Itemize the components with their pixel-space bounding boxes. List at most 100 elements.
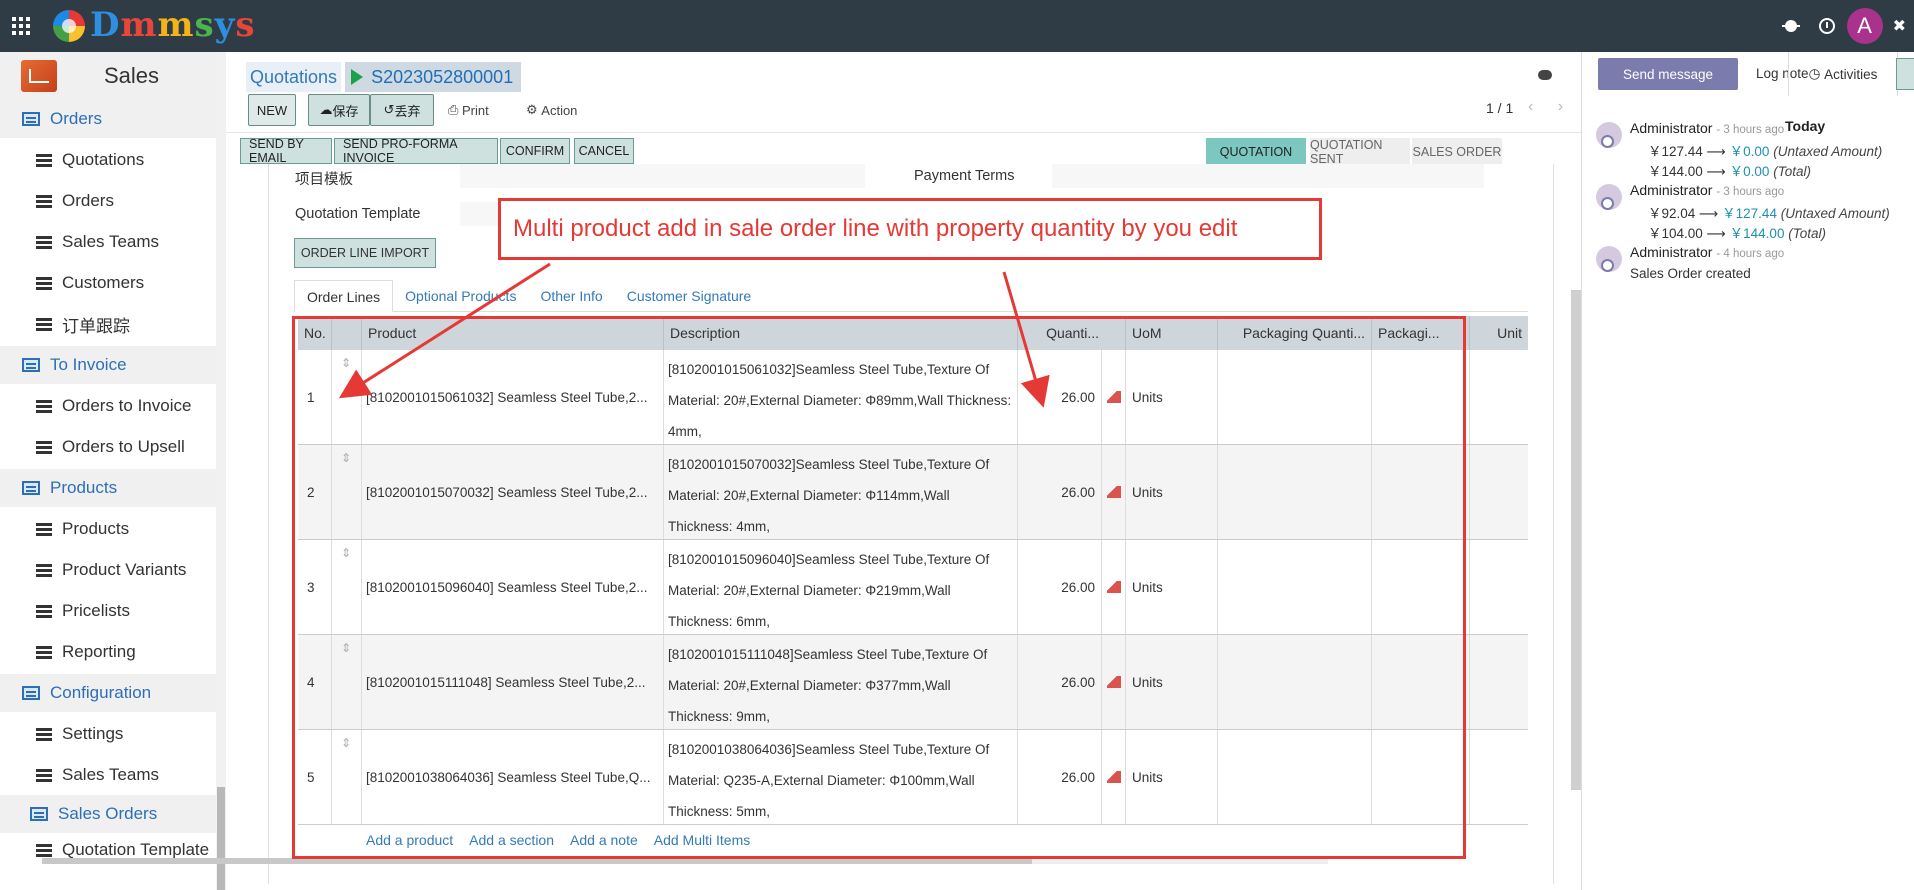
cell-unit-price[interactable] [1470, 540, 1528, 634]
tab-order-lines[interactable]: Order Lines [294, 280, 394, 312]
sales-app-icon [21, 60, 57, 92]
brand-logo-icon[interactable] [53, 10, 85, 42]
cell-unit-price[interactable] [1470, 350, 1528, 444]
field-name: (Total) [1788, 226, 1826, 241]
author-name[interactable]: Administrator [1630, 182, 1712, 198]
confirm-button[interactable]: CONFIRM [500, 138, 570, 164]
order-line-import-button[interactable]: ORDER LINE IMPORT [294, 238, 436, 268]
sidebar-item-label: Sales Teams [62, 232, 160, 251]
chatter-message: Administrator - 3 hours ago ￥92.04 ⟶ ￥127… [1596, 182, 1906, 242]
stage-sales-order[interactable]: SALES ORDER [1412, 138, 1502, 166]
pager-value[interactable]: 1 / 1 [1486, 100, 1513, 116]
tab-optional-products[interactable]: Optional Products [393, 280, 528, 312]
statusbar: SEND BY EMAIL SEND PRO-FORMA INVOICE CON… [226, 132, 1581, 166]
menu-section-icon [22, 112, 40, 126]
sidebar-item-sales-teams[interactable]: Sales Teams [0, 223, 216, 261]
activities-button[interactable]: ◷ Activities [1788, 52, 1898, 96]
new-value: ￥127.44 [1722, 206, 1777, 221]
sidebar-item-reporting[interactable]: Reporting [0, 633, 216, 671]
attachment-paperclip-icon[interactable] [1896, 58, 1914, 90]
long-arrow-right-icon: ⟶ [1695, 206, 1723, 221]
author-avatar[interactable] [1596, 122, 1622, 148]
sidebar-item-settings[interactable]: Settings [0, 715, 216, 753]
gear-icon: ⚙ [526, 102, 542, 117]
new-button[interactable]: NEW [248, 94, 296, 126]
sidebar-scrollbar[interactable] [216, 52, 226, 890]
list-icon [36, 440, 52, 454]
message-author: Administrator - 4 hours ago [1630, 244, 1784, 260]
sidebar-item-label: Sales Teams [62, 765, 160, 784]
list-icon [36, 153, 52, 167]
sidebar-item-label: Quotation Template [62, 840, 210, 859]
activity-clock-icon[interactable] [1818, 18, 1835, 34]
cancel-button[interactable]: CANCEL [574, 138, 634, 164]
sidebar-item-label: 订单跟踪 [62, 316, 130, 336]
sidebar-item-sales-teams[interactable]: Sales Teams [0, 756, 216, 794]
discard-button[interactable]: ↺ 丢弃 [370, 94, 434, 126]
message-time: - 3 hours ago [1716, 186, 1785, 198]
sidebar-item-orders[interactable]: Orders [0, 100, 216, 138]
save-button[interactable]: ☁ 保存 [308, 94, 370, 126]
author-avatar[interactable] [1596, 184, 1622, 210]
tab-customer-signature[interactable]: Customer Signature [615, 280, 764, 312]
apps-menu-icon[interactable] [12, 17, 30, 35]
sidebar-item-[interactable]: 订单跟踪 [0, 305, 216, 343]
tab-other-info[interactable]: Other Info [528, 280, 614, 312]
stage-quotation-sent[interactable]: QUOTATION SENT [1310, 138, 1410, 166]
sidebar-item-customers[interactable]: Customers [0, 264, 216, 302]
sidebar-item-label: Configuration [50, 683, 152, 702]
sidebar-item-products[interactable]: Products [0, 510, 216, 548]
old-value: ￥92.04 [1648, 206, 1696, 221]
col-header-unit[interactable]: Unit [1470, 316, 1528, 350]
user-avatar[interactable]: A [1846, 8, 1883, 44]
cell-unit-price[interactable] [1470, 445, 1528, 539]
pager-nav[interactable]: ‹ › [1528, 98, 1573, 116]
stage-quotation[interactable]: QUOTATION [1206, 138, 1306, 166]
breadcrumb-quotations-link[interactable]: Quotations [246, 62, 342, 92]
list-icon [36, 276, 52, 290]
cloud-upload-icon: ☁ [319, 102, 333, 117]
clock-icon: ◷ [1808, 66, 1825, 81]
sidebar-item-products[interactable]: Products [0, 469, 216, 507]
project-template-input[interactable] [460, 164, 865, 188]
message-author: Administrator - 3 hours ago [1630, 182, 1784, 198]
sidebar-item-quotations[interactable]: Quotations [0, 141, 216, 179]
sidebar-item-label: Settings [62, 724, 124, 743]
sidebar-item-to-invoice[interactable]: To Invoice [0, 346, 216, 384]
tools-icon[interactable]: ✖ [1893, 16, 1906, 36]
list-icon [36, 768, 52, 782]
cell-unit-price[interactable] [1470, 730, 1528, 824]
sidebar-item-pricelists[interactable]: Pricelists [0, 592, 216, 630]
debug-icon[interactable] [1781, 20, 1800, 32]
action-button[interactable]: ⚙ Action [526, 94, 577, 126]
sidebar-item-orders-to-invoice[interactable]: Orders to Invoice [0, 387, 216, 425]
send-message-button[interactable]: Send message [1598, 58, 1738, 90]
sidebar-item-configuration[interactable]: Configuration [0, 674, 216, 712]
sidebar-item-orders-to-upsell[interactable]: Orders to Upsell [0, 428, 216, 466]
print-button[interactable]: ⎙ Print [448, 94, 489, 126]
sidebar-item-product-variants[interactable]: Product Variants [0, 551, 216, 589]
author-avatar[interactable] [1596, 246, 1622, 272]
menu-section-icon [22, 686, 40, 700]
quotation-template-input[interactable] [460, 202, 500, 226]
sidebar-item-label: Orders to Upsell [62, 437, 185, 456]
tracking-value-line: ￥92.04 ⟶ ￥127.44 (Untaxed Amount) [1648, 202, 1890, 222]
chat-icon[interactable] [1538, 70, 1552, 80]
old-value: ￥104.00 [1648, 226, 1703, 241]
sidebar-item-orders[interactable]: Orders [0, 182, 216, 220]
send-by-email-button[interactable]: SEND BY EMAIL [240, 137, 332, 165]
field-name: (Untaxed Amount) [1773, 144, 1883, 159]
sidebar: Sales Orders Quotations Orders Sales Teams C… [0, 52, 226, 890]
payment-terms-input[interactable] [1052, 164, 1484, 188]
list-icon [36, 843, 52, 857]
send-proforma-button[interactable]: SEND PRO-FORMA INVOICE [334, 137, 498, 165]
brand-logo-text[interactable]: Dmmsys [90, 5, 256, 45]
form-vertical-scrollbar[interactable] [1571, 290, 1581, 790]
sidebar-item-sales-orders[interactable]: Sales Orders [0, 795, 216, 833]
cell-unit-price[interactable] [1470, 635, 1528, 729]
long-arrow-right-icon: ⟶ [1702, 226, 1730, 241]
sidebar-header: Sales [0, 52, 216, 100]
author-name[interactable]: Administrator [1630, 120, 1712, 136]
author-name[interactable]: Administrator [1630, 244, 1712, 260]
undo-icon: ↺ [383, 102, 395, 117]
